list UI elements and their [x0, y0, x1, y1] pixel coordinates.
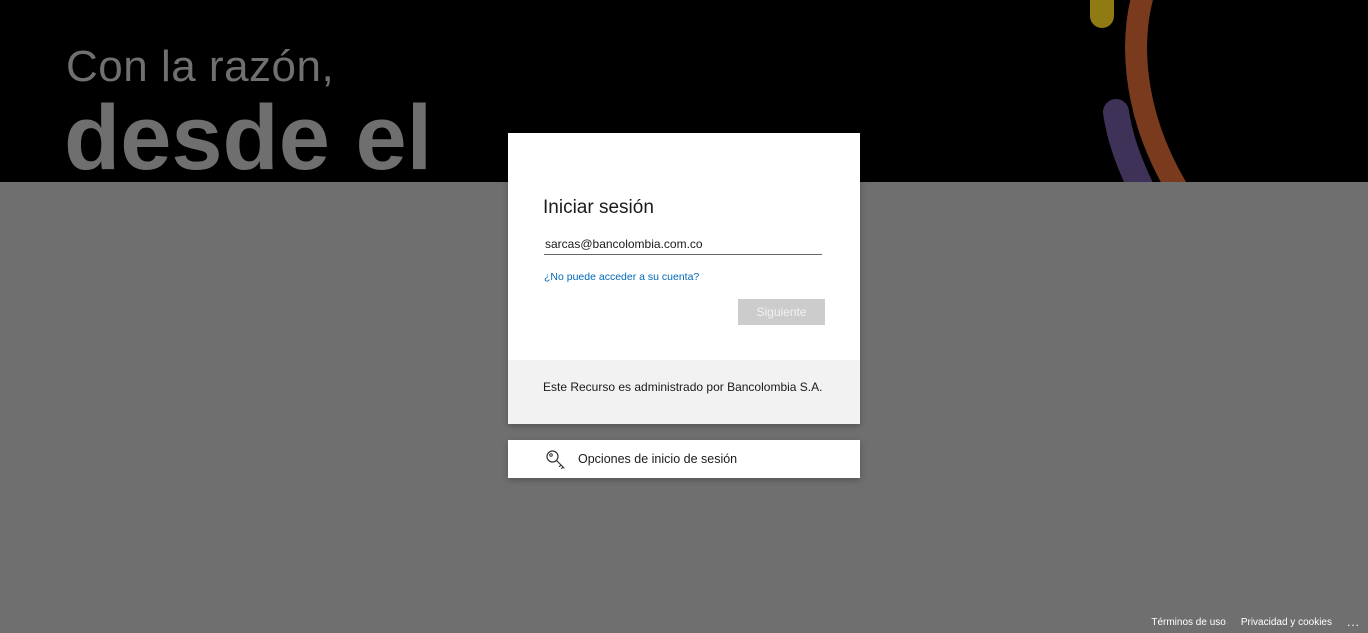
signin-options-label: Opciones de inicio de sesión [578, 452, 738, 466]
login-page: Con la razón, desde el Iniciar sesión ¿N… [0, 0, 1368, 633]
hero-tagline-line1: Con la razón, [66, 42, 335, 91]
terms-of-use-link[interactable]: Términos de uso [1151, 617, 1225, 628]
key-icon [545, 449, 567, 471]
email-field[interactable] [544, 234, 822, 255]
signin-options-button[interactable]: Opciones de inicio de sesión [508, 440, 860, 478]
hero-decorative-arcs [1090, 0, 1187, 182]
managed-by-notice: Este Recurso es administrado por Bancolo… [543, 380, 823, 394]
hero-tagline-line2: desde el [64, 87, 433, 182]
cant-access-account-link[interactable]: ¿No puede acceder a su cuenta? [544, 271, 699, 283]
more-options-icon[interactable]: ... [1347, 615, 1360, 629]
signin-card: Iniciar sesión ¿No puede acceder a su cu… [508, 133, 860, 424]
page-footer: Términos de uso Privacidad y cookies ... [1151, 615, 1362, 629]
signin-title: Iniciar sesión [543, 197, 654, 218]
privacy-cookies-link[interactable]: Privacidad y cookies [1241, 617, 1332, 628]
signin-card-footer: Este Recurso es administrado por Bancolo… [508, 360, 860, 424]
next-button[interactable]: Siguiente [738, 299, 825, 325]
